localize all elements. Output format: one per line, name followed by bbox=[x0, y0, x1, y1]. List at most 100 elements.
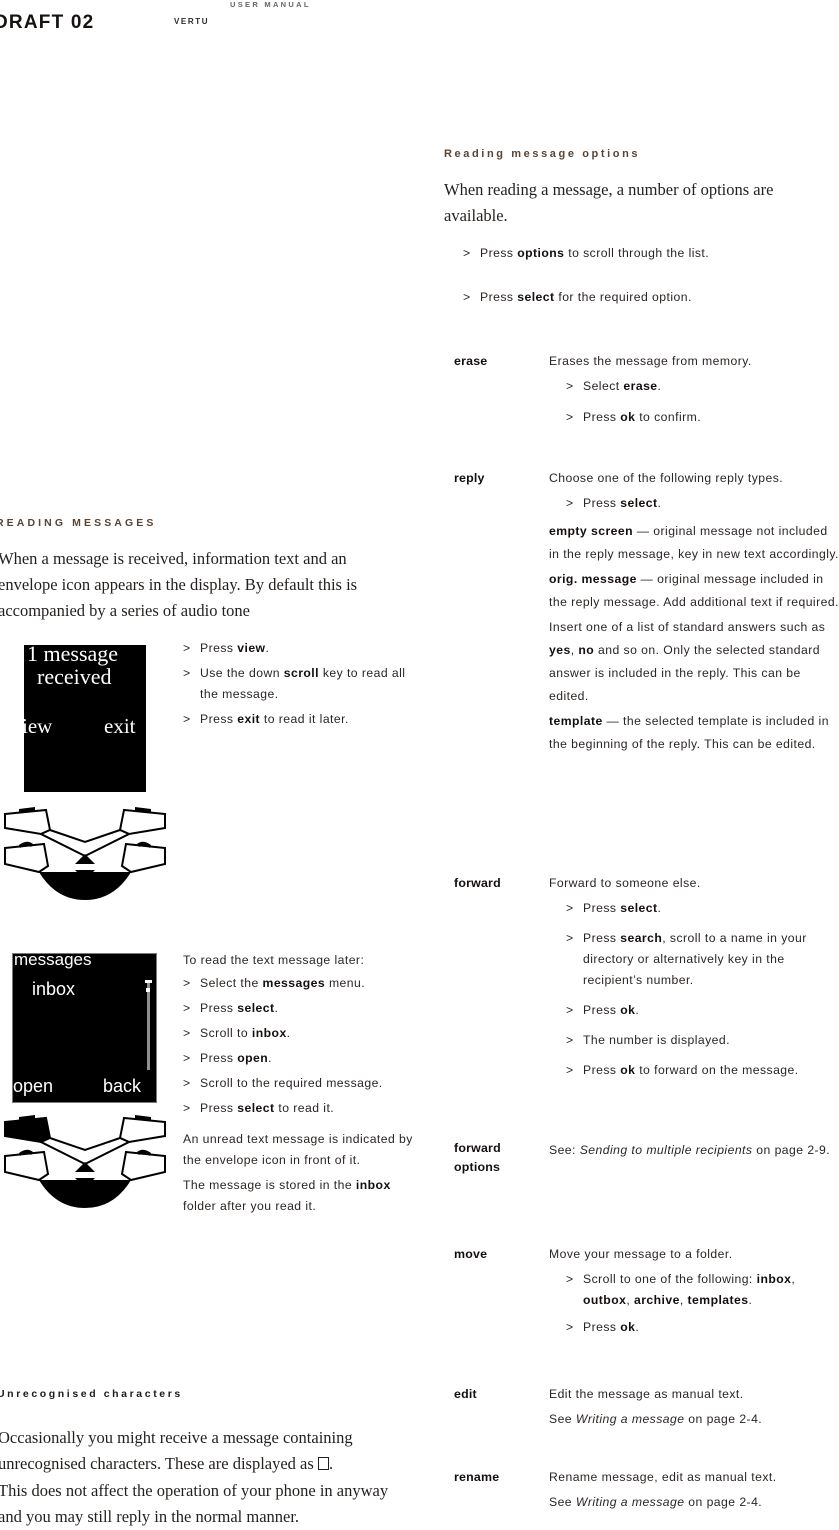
step-marker: > bbox=[183, 1101, 191, 1115]
keypad-illustration-selected bbox=[4, 1115, 166, 1208]
inbox-storage-note: The message is stored in the inbox folde… bbox=[183, 1178, 391, 1213]
screen2-title: messages bbox=[14, 953, 92, 969]
option-paragraph: orig. message — original message include… bbox=[549, 572, 839, 609]
step-item: > Press view. bbox=[183, 638, 418, 659]
step-text: Press ok to forward on the message. bbox=[583, 1063, 799, 1077]
screen2-scrollbar-track[interactable] bbox=[147, 982, 150, 1070]
unrecognised-text-a: Occasionally you might receive a message… bbox=[0, 1428, 353, 1473]
step-marker: > bbox=[566, 410, 574, 424]
option-term: forward options bbox=[454, 1141, 501, 1174]
step-item: > Scroll to the required message. bbox=[183, 1073, 413, 1094]
steps-read-later: To read the text message later: > Select… bbox=[183, 950, 413, 1217]
message-received-screen: 1 message received iew exit bbox=[24, 645, 146, 792]
option-lead: Erases the message from memory. bbox=[549, 354, 752, 368]
step-marker: > bbox=[566, 496, 574, 510]
step-item: > Press ok. bbox=[566, 1000, 839, 1021]
step-marker: > bbox=[183, 712, 191, 726]
screen2-item-inbox[interactable]: inbox bbox=[32, 979, 75, 1000]
option-body: Move your message to a folder. > Scroll … bbox=[549, 1244, 839, 1342]
option-row-forward: forward Forward to someone else. > Press… bbox=[454, 873, 839, 1085]
screen1-line2: received bbox=[37, 664, 112, 689]
option-lead: Edit the message as manual text. bbox=[549, 1387, 744, 1401]
reading-messages-intro: When a message is received, information … bbox=[0, 549, 358, 620]
section-heading-reading-message-options: Reading message options bbox=[444, 148, 641, 160]
left-column: READING MESSAGES When a message is recei… bbox=[0, 0, 420, 1527]
screen1-softkey-exit[interactable]: exit bbox=[104, 714, 136, 739]
step-text: Select erase. bbox=[583, 379, 662, 393]
step-text: Press select. bbox=[583, 901, 662, 915]
step-text: Press select. bbox=[200, 1001, 279, 1015]
step-text: Scroll to the required message. bbox=[200, 1076, 383, 1090]
option-term: move bbox=[454, 1247, 488, 1261]
step-item: > Press select to read it. bbox=[183, 1098, 413, 1119]
option-term: forward bbox=[454, 876, 501, 890]
steps-read-now: > Press view. > Use the down scroll key … bbox=[183, 638, 418, 734]
option-lead: Choose one of the following reply types. bbox=[549, 471, 784, 485]
reading-options-steps: > Press options to scroll through the li… bbox=[463, 243, 838, 312]
unread-note: An unread text message is indicated by t… bbox=[183, 1132, 413, 1167]
step-item: > The number is displayed. bbox=[566, 1030, 839, 1051]
step-text: Press open. bbox=[200, 1051, 273, 1065]
step-text: Press ok. bbox=[583, 1003, 640, 1017]
reading-options-intro: When reading a message, a number of opti… bbox=[444, 180, 774, 225]
step-text: Scroll to one of the following: inbox, o… bbox=[583, 1272, 796, 1307]
step-text: Press view. bbox=[200, 641, 270, 655]
unrecognised-paragraph-1: Occasionally you might receive a message… bbox=[0, 1425, 398, 1477]
messages-inbox-screen: messages inbox open back bbox=[12, 953, 157, 1103]
unrecognised-text-b: . bbox=[328, 1454, 334, 1473]
read-later-intro: To read the text message later: bbox=[183, 953, 365, 967]
step-item: > Press select. bbox=[566, 898, 839, 919]
step-marker: > bbox=[566, 931, 574, 945]
unrecognised-box-glyph bbox=[317, 1457, 329, 1470]
option-body: Rename message, edit as manual text. See… bbox=[549, 1467, 839, 1515]
option-lead: Rename message, edit as manual text. bbox=[549, 1470, 777, 1484]
step-item: > Press search, scroll to a name in your… bbox=[566, 928, 839, 991]
step-item: > Use the down scroll key to read all th… bbox=[183, 663, 418, 705]
step-marker: > bbox=[183, 1001, 191, 1015]
step-marker: > bbox=[566, 901, 574, 915]
step-item: > Scroll to inbox. bbox=[183, 1023, 413, 1044]
option-lead: See: Sending to multiple recipients on p… bbox=[549, 1143, 831, 1157]
option-body: Forward to someone else. > Press select.… bbox=[549, 873, 839, 1085]
option-lead: Move your message to a folder. bbox=[549, 1247, 733, 1261]
screen1-softkey-view[interactable]: iew bbox=[24, 714, 52, 739]
step-item: > Press ok to confirm. bbox=[566, 407, 839, 428]
option-paragraph: empty screen — original message not incl… bbox=[549, 524, 839, 561]
step-text: Press ok to confirm. bbox=[583, 410, 702, 424]
screen2-softkey-back[interactable]: back bbox=[103, 1076, 141, 1097]
step-item: > Select the messages menu. bbox=[183, 973, 413, 994]
subsection-heading-unrecognised-characters: Unrecognised characters bbox=[0, 1388, 183, 1400]
step-marker: > bbox=[566, 1063, 574, 1077]
step-text: Press search, scroll to a name in your d… bbox=[583, 931, 807, 987]
option-paragraph: Insert one of a list of standard answers… bbox=[549, 620, 826, 703]
screen2-scrollbar-thumb[interactable] bbox=[145, 980, 152, 983]
step-marker: > bbox=[463, 290, 471, 304]
step-item: > Select erase. bbox=[566, 376, 839, 397]
keypad-illustration bbox=[4, 807, 166, 900]
step-item: > Press options to scroll through the li… bbox=[463, 243, 838, 264]
option-row-move: move Move your message to a folder. > Sc… bbox=[454, 1244, 839, 1342]
option-lead: Forward to someone else. bbox=[549, 876, 701, 890]
option-paragraph: See Writing a message on page 2-4. bbox=[549, 1412, 763, 1426]
option-paragraph: See Writing a message on page 2-4. bbox=[549, 1495, 763, 1509]
step-marker: > bbox=[183, 1051, 191, 1065]
option-term: edit bbox=[454, 1387, 477, 1401]
screen2-softkey-open[interactable]: open bbox=[13, 1076, 53, 1097]
step-marker: > bbox=[566, 379, 574, 393]
step-marker: > bbox=[183, 666, 191, 680]
screen2-scrollbar-dot bbox=[146, 988, 150, 992]
step-text: Press options to scroll through the list… bbox=[480, 246, 710, 260]
step-text: Press select to read it. bbox=[200, 1101, 335, 1115]
step-marker: > bbox=[183, 641, 191, 655]
option-row-reply: reply Choose one of the following reply … bbox=[454, 468, 839, 758]
option-term: rename bbox=[454, 1470, 500, 1484]
step-text: Scroll to inbox. bbox=[200, 1026, 291, 1040]
option-row-forward-options: forward options See: Sending to multiple… bbox=[454, 1139, 839, 1177]
step-marker: > bbox=[566, 1033, 574, 1047]
right-column: Reading message options When reading a m… bbox=[440, 0, 839, 1527]
option-body: See: Sending to multiple recipients on p… bbox=[549, 1139, 839, 1166]
step-text: Press exit to read it later. bbox=[200, 712, 349, 726]
option-body: Erases the message from memory. > Select… bbox=[549, 351, 839, 432]
option-term: reply bbox=[454, 471, 485, 485]
step-marker: > bbox=[566, 1320, 574, 1334]
